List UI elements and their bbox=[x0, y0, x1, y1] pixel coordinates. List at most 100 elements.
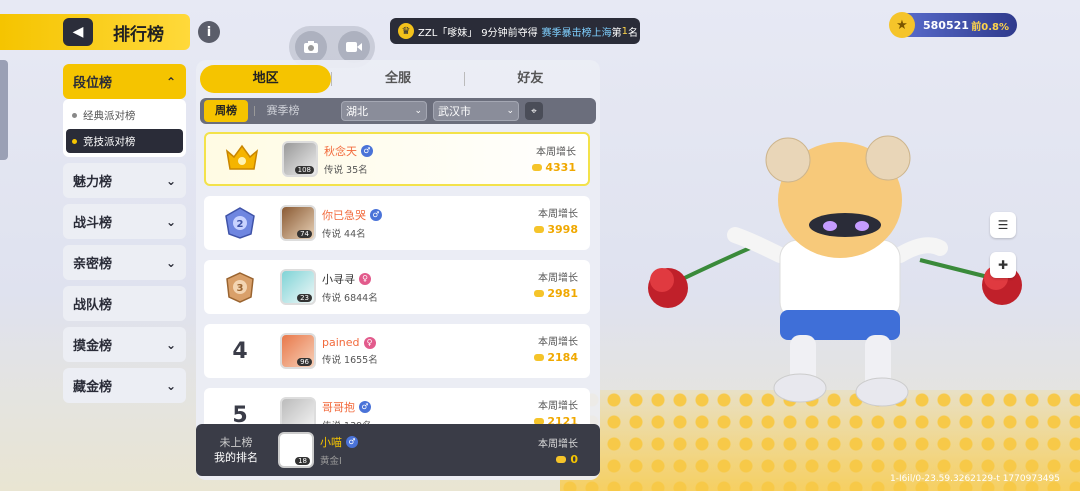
chevron-down-icon: ⌄ bbox=[165, 255, 176, 270]
growth-value-line: 2981 bbox=[534, 287, 578, 300]
currency-display[interactable]: ★ 580521 前0.8% bbox=[889, 12, 1017, 38]
svg-text:2: 2 bbox=[237, 219, 244, 230]
video-button[interactable] bbox=[337, 31, 370, 63]
growth-label: 本周增长 bbox=[538, 438, 578, 450]
weekly-growth: 本周增长 2184 bbox=[534, 333, 578, 364]
my-avatar[interactable]: 18 bbox=[278, 432, 314, 468]
filter-weekly[interactable]: 周榜 bbox=[204, 100, 248, 122]
my-name: 小喵 bbox=[320, 435, 342, 449]
ranking-row[interactable]: 108 秋念天 ♂ 传说 35名 本周增长 4331 bbox=[204, 132, 590, 186]
notice-time: 9分钟前夺得 bbox=[481, 27, 538, 39]
growth-value-line: 4331 bbox=[532, 161, 576, 174]
location-pin-icon[interactable]: ⌖ bbox=[525, 102, 543, 120]
character-add-icon[interactable]: ✚ bbox=[990, 252, 1016, 278]
notice-board: 赛季暴击榜上海 bbox=[541, 27, 612, 39]
avatar[interactable]: 74 bbox=[280, 205, 316, 241]
tab-friends[interactable]: 好友 bbox=[465, 65, 596, 93]
level-badge: 23 bbox=[297, 294, 312, 302]
category-charm[interactable]: 魅力榜 ⌄ bbox=[63, 163, 186, 198]
player-name-line: pained ♀ bbox=[322, 336, 378, 349]
sub-category-label: 经典派对榜 bbox=[83, 109, 136, 122]
player-character[interactable] bbox=[640, 130, 1030, 420]
player-info: 秋念天 ♂ 传说 35名 bbox=[324, 143, 373, 176]
back-button[interactable]: ◀ bbox=[63, 18, 93, 46]
level-badge: 96 bbox=[297, 358, 312, 366]
sub-category-classic[interactable]: 经典派对榜 bbox=[66, 103, 183, 127]
growth-label: 本周增长 bbox=[538, 273, 578, 284]
title-bar: ◀ 排行榜 bbox=[0, 14, 190, 50]
coin-icon bbox=[534, 226, 545, 233]
svg-text:3: 3 bbox=[237, 283, 244, 294]
gold-crown-badge-icon bbox=[220, 139, 264, 179]
trophy-icon: ♛ bbox=[398, 23, 414, 39]
avatar[interactable]: 108 bbox=[282, 141, 318, 177]
category-intimacy[interactable]: 亲密榜 ⌄ bbox=[63, 245, 186, 280]
coin-icon bbox=[534, 354, 545, 361]
province-select[interactable]: 湖北 ⌄ bbox=[341, 101, 427, 121]
category-label: 魅力榜 bbox=[73, 175, 113, 190]
notes-icon[interactable]: ☰ bbox=[990, 212, 1016, 238]
category-label: 藏金榜 bbox=[73, 380, 113, 395]
my-rank-caption: 我的排名 bbox=[214, 451, 258, 464]
growth-value-line: 0 bbox=[538, 453, 578, 466]
sub-category-competitive[interactable]: 竞技派对榜 bbox=[66, 129, 183, 153]
star-coin-icon: ★ bbox=[889, 12, 915, 38]
ranking-row[interactable]: 3 23 小寻寻 ♀ 传说 6844名 本周增长 2981 bbox=[204, 260, 590, 314]
avatar[interactable]: 96 bbox=[280, 333, 316, 369]
camera-button[interactable] bbox=[294, 31, 327, 63]
player-name-line: 你已急哭 ♂ bbox=[322, 207, 382, 223]
sub-category-list: 经典派对榜 竞技派对榜 bbox=[63, 99, 186, 157]
chevron-down-icon: ⌄ bbox=[165, 214, 176, 229]
category-label: 摸金榜 bbox=[73, 339, 113, 354]
male-icon: ♂ bbox=[359, 400, 371, 413]
level-badge: 74 bbox=[297, 230, 312, 238]
tab-region[interactable]: 地区 bbox=[200, 65, 332, 93]
category-hide-gold[interactable]: 藏金榜 ⌄ bbox=[63, 368, 186, 403]
player-tier: 传说 44名 bbox=[322, 228, 366, 240]
category-team[interactable]: 战队榜 bbox=[63, 286, 186, 321]
my-rank-bar[interactable]: 未上榜 我的排名 18 小喵 ♂ 黄金I 本周增长 0 bbox=[196, 424, 600, 476]
ranking-row[interactable]: 4 96 pained ♀ 传说 1655名 本周增长 2184 bbox=[204, 324, 590, 378]
page-title: 排行榜 bbox=[113, 24, 164, 45]
growth-value: 0 bbox=[570, 452, 578, 466]
male-icon: ♂ bbox=[361, 144, 373, 157]
avatar[interactable]: 23 bbox=[280, 269, 316, 305]
bullet-icon bbox=[72, 138, 77, 144]
category-list: 段位榜 ⌃ 经典派对榜 竞技派对榜 魅力榜 ⌄ 战斗榜 ⌄ 亲密榜 ⌄ 战队榜 … bbox=[63, 64, 186, 409]
player-name: 哥哥抱 bbox=[322, 400, 355, 414]
player-info: pained ♀ 传说 1655名 bbox=[322, 336, 378, 366]
tab-server[interactable]: 全服 bbox=[332, 65, 463, 93]
side-handle[interactable] bbox=[0, 60, 8, 160]
filter-season[interactable]: 赛季榜 bbox=[261, 100, 305, 122]
back-arrow-icon: ◀ bbox=[72, 24, 84, 40]
my-name-line: 小喵 ♂ bbox=[320, 434, 358, 450]
player-name-line: 哥哥抱 ♂ bbox=[322, 399, 372, 415]
category-label: 战队榜 bbox=[73, 298, 113, 313]
scope-tabs: 地区 全服 好友 bbox=[200, 64, 596, 94]
filter-divider bbox=[254, 106, 255, 116]
player-name-line: 小寻寻 ♀ bbox=[322, 271, 378, 287]
category-label: 亲密榜 bbox=[73, 257, 113, 272]
male-icon: ♂ bbox=[346, 435, 358, 448]
my-rank-label: 未上榜 我的排名 bbox=[196, 435, 276, 465]
chevron-down-icon: ⌄ bbox=[414, 106, 422, 116]
currency-rank: 前0.8% bbox=[971, 21, 1009, 33]
my-weekly-growth: 本周增长 0 bbox=[538, 435, 578, 466]
ranking-row[interactable]: 2 74 你已急哭 ♂ 传说 44名 本周增长 3998 bbox=[204, 196, 590, 250]
currency-value: 580521 bbox=[923, 18, 969, 32]
info-icon[interactable]: i bbox=[198, 21, 220, 43]
broadcast-notice[interactable]: ♛ ZZL「嗲妹」 9分钟前夺得 赛季暴击榜上海 第 1 名 bbox=[390, 18, 640, 44]
city-select[interactable]: 武汉市 ⌄ bbox=[433, 101, 519, 121]
level-badge: 18 bbox=[295, 457, 310, 465]
category-touch-gold[interactable]: 摸金榜 ⌄ bbox=[63, 327, 186, 362]
category-label: 战斗榜 bbox=[73, 216, 113, 231]
category-rank-tier[interactable]: 段位榜 ⌃ bbox=[63, 64, 186, 99]
rank-number: 4 bbox=[232, 338, 248, 364]
my-rank-status: 未上榜 bbox=[219, 436, 253, 449]
category-battle[interactable]: 战斗榜 ⌄ bbox=[63, 204, 186, 239]
bullet-icon bbox=[72, 112, 77, 118]
growth-label: 本周增长 bbox=[536, 147, 576, 158]
notice-rank-suffix: 名 bbox=[628, 27, 639, 39]
growth-value: 3998 bbox=[547, 223, 578, 236]
player-tier: 传说 1655名 bbox=[322, 355, 378, 366]
